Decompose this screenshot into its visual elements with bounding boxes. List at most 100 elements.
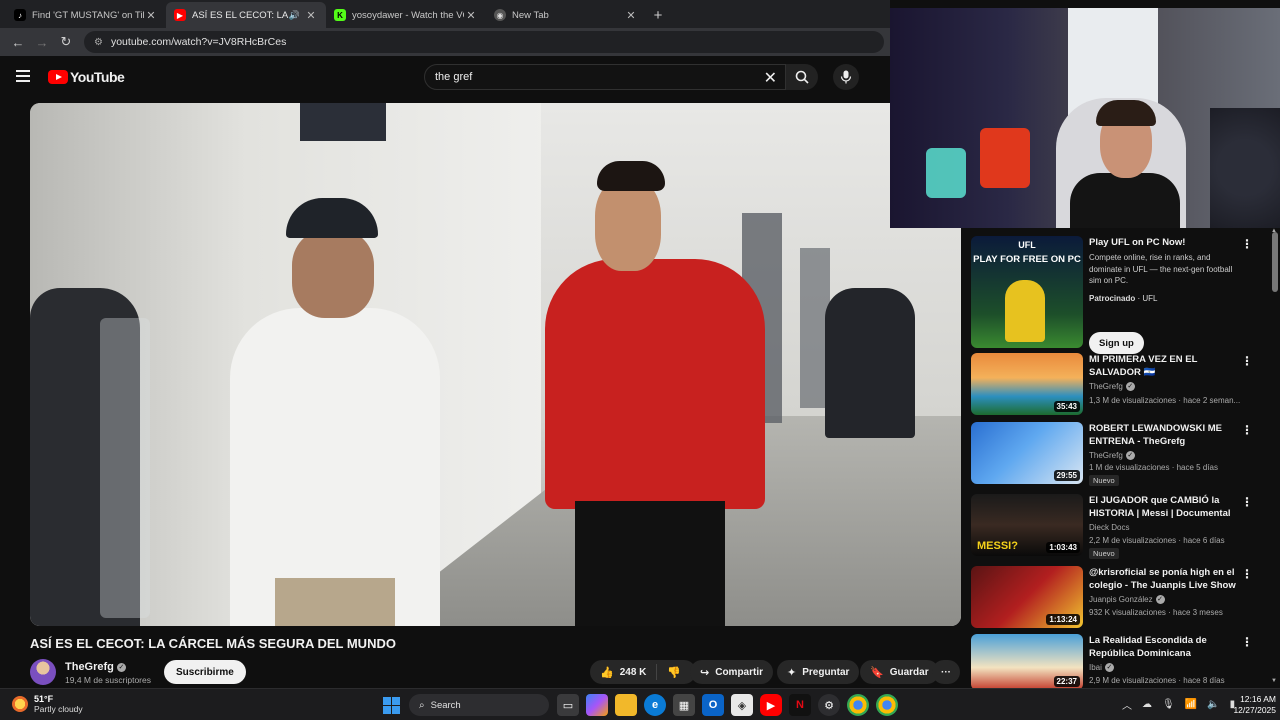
search-input[interactable]: the gref ✕: [424, 64, 786, 90]
list-item[interactable]: 1:13:24 @krisroficial se ponía high en e…: [971, 566, 1261, 630]
weather-widget[interactable]: 51°F Partly cloudy: [12, 694, 83, 714]
outlook-icon[interactable]: O: [702, 694, 724, 716]
ad-cta-button[interactable]: Sign up: [1089, 332, 1144, 354]
more-vert-icon[interactable]: ⋮: [1241, 355, 1253, 367]
tab-new-tab[interactable]: ◉ New Tab ✕: [486, 2, 646, 28]
search-button[interactable]: [786, 64, 818, 90]
photos-icon[interactable]: ◈: [731, 694, 753, 716]
clock-time: 12:16 AM: [1240, 694, 1276, 704]
channel-name[interactable]: Dieck Docs: [1089, 523, 1129, 532]
ad-title[interactable]: Play UFL on PC Now!: [1089, 236, 1241, 249]
channel-name[interactable]: TheGrefg ✓: [1089, 451, 1135, 460]
close-icon[interactable]: ✕: [464, 9, 478, 22]
recommendations-sidebar: UFL PLAY FOR FREE ON PC Play UFL on PC N…: [961, 228, 1280, 690]
copilot-icon[interactable]: [586, 694, 608, 716]
more-vert-icon[interactable]: ⋮: [1241, 568, 1253, 580]
scroll-down-icon[interactable]: ▼: [1271, 678, 1277, 684]
new-badge: Nuevo: [1089, 475, 1119, 486]
save-button[interactable]: 🔖 Guardar: [860, 660, 939, 684]
chrome-profile-icon[interactable]: [876, 694, 898, 716]
ask-label: Preguntar: [802, 666, 850, 678]
edge-icon[interactable]: e: [644, 694, 666, 716]
video-scene-man-white-shirt: [230, 198, 440, 626]
dislike-button[interactable]: 👎: [657, 666, 691, 679]
webcam-scene-decor: [1210, 108, 1280, 228]
list-item[interactable]: MESSI? 1:03:43 El JUGADOR que CAMBIÓ la …: [971, 494, 1261, 559]
like-button[interactable]: 👍 248 K: [590, 664, 658, 680]
volume-icon[interactable]: 🔈: [1207, 699, 1219, 710]
close-icon[interactable]: ✕: [144, 9, 158, 22]
video-title[interactable]: @krisroficial se ponía high en el colegi…: [1089, 566, 1241, 592]
list-item[interactable]: 35:43 MI PRIMERA VEZ EN EL SALVADOR 🇸🇻 T…: [971, 353, 1261, 417]
address-bar[interactable]: ⚙ youtube.com/watch?v=JV8RHcBrCes: [84, 31, 884, 53]
video-title[interactable]: MI PRIMERA VEZ EN EL SALVADOR 🇸🇻: [1089, 353, 1241, 379]
more-vert-icon[interactable]: ⋮: [1241, 238, 1253, 250]
upload-age: hace 5 días: [1176, 463, 1218, 472]
microphone-icon[interactable]: 🎙: [1162, 699, 1175, 710]
sidebar-scrollbar[interactable]: [1272, 232, 1278, 292]
ad-description: Compete online, rise in ranks, and domin…: [1089, 253, 1233, 285]
voice-search-button[interactable]: [833, 64, 859, 90]
cloud-icon[interactable]: ☁: [1142, 699, 1152, 710]
tab-tiktok[interactable]: ♪ Find 'GT MUSTANG' on TikTok | ✕: [6, 2, 166, 28]
channel-name[interactable]: TheGrefg ✓: [1089, 382, 1135, 391]
close-icon[interactable]: ✕: [624, 9, 638, 22]
store-icon[interactable]: ▦: [673, 694, 695, 716]
tab-youtube[interactable]: ▶ ASÍ ES EL CECOT: LA CÁRCE 🔊 ✕: [166, 2, 326, 28]
chevron-up-icon[interactable]: ︿: [1122, 697, 1132, 712]
channel-avatar[interactable]: [30, 659, 56, 685]
tab-title: Find 'GT MUSTANG' on TikTok |: [32, 9, 144, 21]
ask-button[interactable]: ✦ Preguntar: [777, 660, 860, 684]
list-item[interactable]: 22:37 La Realidad Escondida de República…: [971, 634, 1261, 694]
video-title[interactable]: ROBERT LEWANDOWSKI ME ENTRENA - TheGrefg: [1089, 422, 1241, 448]
youtube-app-icon[interactable]: ▶: [760, 694, 782, 716]
video-thumbnail[interactable]: 22:37: [971, 634, 1083, 690]
task-view-icon[interactable]: ▭: [557, 694, 579, 716]
wifi-icon[interactable]: 📶: [1185, 699, 1197, 710]
more-actions-button[interactable]: ···: [932, 660, 960, 684]
clock[interactable]: 12:16 AM 12/27/2025: [1226, 694, 1276, 716]
channel-name[interactable]: Juanpis González ✓: [1089, 595, 1165, 604]
video-duration: 1:13:24: [1046, 614, 1080, 625]
channel-name[interactable]: Ibai ✓: [1089, 663, 1114, 672]
more-vert-icon[interactable]: ⋮: [1241, 496, 1253, 508]
new-tab-button[interactable]: +: [646, 2, 670, 28]
back-arrow-icon[interactable]: ←: [6, 35, 30, 50]
start-button[interactable]: [380, 694, 402, 716]
ad-thumbnail[interactable]: UFL PLAY FOR FREE ON PC: [971, 236, 1083, 348]
reload-icon[interactable]: ↻: [54, 34, 78, 50]
menu-icon[interactable]: [16, 70, 30, 82]
video-thumbnail[interactable]: 1:13:24: [971, 566, 1083, 628]
file-explorer-icon[interactable]: [615, 694, 637, 716]
youtube-play-icon: [48, 70, 68, 84]
new-badge: Nuevo: [1089, 548, 1119, 559]
video-thumbnail[interactable]: 35:43: [971, 353, 1083, 415]
channel-name[interactable]: TheGrefg ✓: [65, 661, 126, 673]
chrome-icon[interactable]: [847, 694, 869, 716]
subscribe-button[interactable]: Suscribirme: [164, 660, 246, 684]
youtube-logo[interactable]: YouTube: [48, 69, 125, 85]
video-thumbnail[interactable]: 29:55: [971, 422, 1083, 484]
video-title[interactable]: La Realidad Escondida de República Domin…: [1089, 634, 1241, 660]
forward-arrow-icon[interactable]: →: [30, 35, 54, 50]
more-vert-icon[interactable]: ⋮: [1241, 636, 1253, 648]
video-title[interactable]: El JUGADOR que CAMBIÓ la HISTORIA | Mess…: [1089, 494, 1241, 520]
video-duration: 22:37: [1053, 676, 1080, 687]
close-icon[interactable]: ✕: [304, 9, 318, 22]
list-item[interactable]: 29:55 ROBERT LEWANDOWSKI ME ENTRENA - Th…: [971, 422, 1261, 486]
windows-icon: [382, 696, 400, 714]
share-button[interactable]: ↪ Compartir: [690, 660, 774, 684]
tab-kick[interactable]: K yosoydawer - Watch the VOD o ✕: [326, 2, 486, 28]
video-player[interactable]: [30, 103, 961, 626]
clear-search-icon[interactable]: ✕: [764, 68, 777, 88]
netflix-icon[interactable]: N: [789, 694, 811, 716]
speaker-icon[interactable]: 🔊: [289, 10, 300, 21]
site-info-icon[interactable]: ⚙: [94, 37, 103, 48]
more-vert-icon[interactable]: ⋮: [1241, 424, 1253, 436]
channel-name-text: Juanpis González: [1089, 595, 1153, 604]
ad-card[interactable]: UFL PLAY FOR FREE ON PC Play UFL on PC N…: [971, 236, 1261, 356]
taskbar-search[interactable]: ⌕ Search: [409, 694, 549, 716]
video-stats: 932 K visualizaciones · hace 3 meses: [1089, 608, 1223, 617]
settings-icon[interactable]: ⚙: [818, 694, 840, 716]
video-thumbnail[interactable]: MESSI? 1:03:43: [971, 494, 1083, 556]
